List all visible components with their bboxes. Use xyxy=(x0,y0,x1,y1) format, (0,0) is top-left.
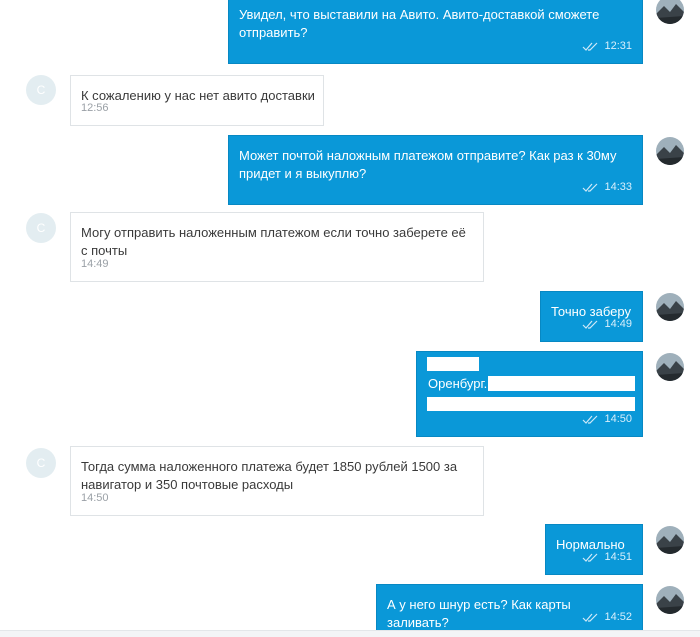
user-avatar[interactable] xyxy=(656,586,684,614)
user-avatar[interactable] xyxy=(656,293,684,321)
message-time: 14:33 xyxy=(604,181,632,193)
double-check-icon xyxy=(583,183,598,192)
message-outgoing: Нормально 14:51 xyxy=(545,524,643,575)
double-check-icon xyxy=(583,320,598,329)
message-meta: 14:49 xyxy=(582,315,632,333)
landscape-photo-icon xyxy=(656,0,684,24)
message-outgoing: Может почтой наложным платежом отправите… xyxy=(228,135,643,205)
message-incoming: Могу отправить наложенным платежом если … xyxy=(70,212,484,282)
double-check-icon xyxy=(583,415,598,424)
message-text: Может почтой наложным платежом отправите… xyxy=(239,148,617,181)
user-avatar[interactable] xyxy=(656,137,684,165)
double-check-icon xyxy=(583,42,598,51)
message-text: К сожалению у нас нет авито доставки xyxy=(81,88,315,103)
landscape-photo-icon xyxy=(656,526,684,554)
message-text: Увидел, что выставили на Авито. Авито-до… xyxy=(239,7,600,40)
contact-avatar[interactable]: С xyxy=(26,448,56,478)
message-time: 14:51 xyxy=(604,551,632,563)
chat-history: Увидел, что выставили на Авито. Авито-до… xyxy=(0,0,700,637)
contact-avatar[interactable]: С xyxy=(26,75,56,105)
message-time: 14:50 xyxy=(604,413,632,425)
landscape-photo-icon xyxy=(656,353,684,381)
user-avatar[interactable] xyxy=(656,526,684,554)
message-incoming: Тогда сумма наложенного платежа будет 18… xyxy=(70,446,484,516)
contact-avatar[interactable]: С xyxy=(26,213,56,243)
message-time: 14:50 xyxy=(81,492,109,504)
message-meta: 14:51 xyxy=(582,548,632,566)
double-check-icon xyxy=(583,613,598,622)
message-time: 12:56 xyxy=(81,102,109,114)
message-meta: 14:50 xyxy=(81,489,109,507)
message-meta: 14:50 xyxy=(582,410,632,428)
message-outgoing: Оренбург. 14:50 xyxy=(416,351,643,437)
message-time: 14:52 xyxy=(604,611,632,623)
message-text: Оренбург. xyxy=(427,376,489,391)
message-time: 14:49 xyxy=(81,258,109,270)
message-meta: 14:49 xyxy=(81,255,109,273)
user-avatar[interactable] xyxy=(656,353,684,381)
landscape-photo-icon xyxy=(656,137,684,165)
redaction-block xyxy=(427,397,635,411)
message-outgoing: А у него шнур есть? Как карты заливать? … xyxy=(376,584,643,635)
message-incoming: К сожалению у нас нет авито доставки 12:… xyxy=(70,75,324,126)
message-outgoing: Точно заберу 14:49 xyxy=(540,291,643,342)
message-text: Могу отправить наложенным платежом если … xyxy=(81,225,466,258)
message-text: Тогда сумма наложенного платежа будет 18… xyxy=(81,459,458,492)
message-time: 12:31 xyxy=(604,40,632,52)
message-meta: 14:52 xyxy=(582,608,632,626)
user-avatar[interactable] xyxy=(656,0,684,24)
message-outgoing: Увидел, что выставили на Авито. Авито-до… xyxy=(228,0,643,64)
message-time: 14:49 xyxy=(604,318,632,330)
message-meta: 12:56 xyxy=(81,99,109,117)
double-check-icon xyxy=(583,553,598,562)
landscape-photo-icon xyxy=(656,586,684,614)
message-meta: 14:33 xyxy=(582,178,632,196)
redaction-block xyxy=(427,357,479,371)
message-meta: 12:31 xyxy=(582,37,632,55)
landscape-photo-icon xyxy=(656,293,684,321)
